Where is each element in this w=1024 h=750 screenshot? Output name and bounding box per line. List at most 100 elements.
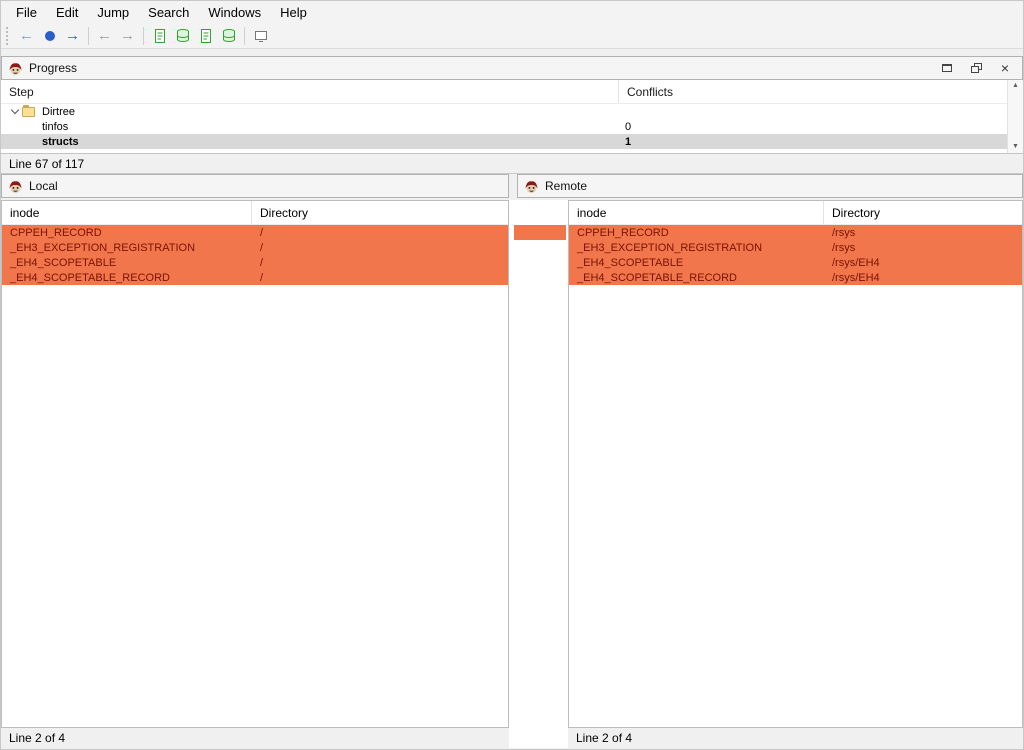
database-icon-2[interactable]: [217, 25, 240, 47]
folder-icon: [22, 107, 35, 117]
menu-item[interactable]: Windows: [199, 2, 271, 23]
maximize-icon[interactable]: [940, 61, 954, 75]
panel-titlebars: Local Remote: [1, 174, 1023, 198]
remote-table: inode Directory CPPEH_RECORD /rsys _EH3_…: [568, 200, 1023, 728]
step-label: tinfos: [42, 121, 68, 133]
app-icon: [8, 179, 23, 194]
document-glyph: [198, 28, 214, 44]
conflict-marker[interactable]: [514, 225, 566, 240]
column-header-inode[interactable]: inode: [569, 201, 824, 224]
desktop-glyph: [253, 28, 269, 44]
conflicts-value: 1: [625, 136, 631, 148]
menu-item[interactable]: Help: [271, 2, 317, 23]
inode-cell: _EH4_SCOPETABLE_RECORD: [2, 272, 252, 284]
maximize-glyph: [942, 63, 952, 73]
database-icon[interactable]: [171, 25, 194, 47]
column-header-inode[interactable]: inode: [2, 201, 252, 224]
float-icon[interactable]: [969, 61, 983, 75]
document-icon-2[interactable]: [194, 25, 217, 47]
menu-item[interactable]: Edit: [47, 2, 88, 23]
chevron-glyph: [10, 106, 18, 114]
navigate-back-icon[interactable]: ←: [93, 25, 116, 47]
scroll-down-icon[interactable]: ▼: [1012, 143, 1019, 151]
table-row[interactable]: _EH3_EXCEPTION_REGISTRATION /: [2, 240, 508, 255]
app-icon: [524, 179, 539, 194]
conflicts-value: 0: [625, 121, 631, 133]
titlebar-gap: [509, 174, 517, 198]
column-header-directory[interactable]: Directory: [824, 201, 1022, 224]
app-icon: [8, 61, 23, 76]
remote-table-body: CPPEH_RECORD /rsys _EH3_EXCEPTION_REGIST…: [569, 225, 1022, 285]
local-status: Line 2 of 4: [1, 728, 509, 748]
toolbar-separator: [143, 27, 144, 45]
local-titlebar[interactable]: Local: [1, 174, 509, 198]
menu-item[interactable]: Jump: [88, 2, 139, 23]
local-title: Local: [29, 179, 58, 193]
float-glyph: [971, 63, 982, 74]
progress-scrollbar[interactable]: ▲ ▼: [1007, 80, 1023, 153]
diff-map-gutter: [509, 200, 568, 728]
toolbar-separator: [88, 27, 89, 45]
progress-status-text: Line 67 of 117: [9, 157, 84, 171]
database-glyph: [175, 28, 191, 44]
menu-item[interactable]: File: [7, 2, 47, 23]
progress-window-buttons: ×: [940, 61, 1016, 75]
remote-table-header: inode Directory: [569, 201, 1022, 225]
table-row[interactable]: _EH3_EXCEPTION_REGISTRATION /rsys: [569, 240, 1022, 255]
directory-cell: /rsys/EH4: [824, 272, 1022, 284]
document-icon[interactable]: [148, 25, 171, 47]
table-row[interactable]: _EH4_SCOPETABLE_RECORD /: [2, 270, 508, 285]
remote-titlebar[interactable]: Remote: [517, 174, 1023, 198]
progress-status-bar: Line 67 of 117: [1, 154, 1023, 174]
progress-table: Step Conflicts Dirtree tinfos: [1, 80, 1023, 154]
column-header-directory[interactable]: Directory: [252, 201, 508, 224]
tree-row[interactable]: structs 1: [1, 134, 1007, 149]
desktop-icon[interactable]: [249, 25, 272, 47]
progress-panel: Progress × Step Conflicts: [1, 56, 1023, 174]
inode-cell: _EH4_SCOPETABLE: [2, 257, 252, 269]
table-row[interactable]: _EH4_SCOPETABLE /rsys/EH4: [569, 255, 1022, 270]
close-glyph: ×: [1001, 62, 1009, 74]
tree-row[interactable]: tinfos 0: [1, 119, 1007, 134]
app-window: File Edit Jump Search Windows Help ← → ←…: [0, 0, 1024, 750]
forward-arrow-glyph: →: [65, 28, 80, 43]
remote-title: Remote: [545, 179, 587, 193]
step-label: structs: [42, 136, 79, 148]
local-table-body: CPPEH_RECORD / _EH3_EXCEPTION_REGISTRATI…: [2, 225, 508, 285]
back-icon[interactable]: ←: [15, 25, 38, 47]
document-glyph: [152, 28, 168, 44]
remote-status-text: Line 2 of 4: [576, 731, 632, 745]
current-position-icon[interactable]: [38, 25, 61, 47]
directory-cell: /: [252, 257, 508, 269]
table-row[interactable]: _EH4_SCOPETABLE /: [2, 255, 508, 270]
toolbar-drag-handle[interactable]: [6, 27, 11, 45]
inode-cell: CPPEH_RECORD: [2, 227, 252, 239]
inode-cell: _EH3_EXCEPTION_REGISTRATION: [2, 242, 252, 254]
database-glyph: [221, 28, 237, 44]
table-row[interactable]: _EH4_SCOPETABLE_RECORD /rsys/EH4: [569, 270, 1022, 285]
remote-status: Line 2 of 4: [568, 728, 1023, 748]
column-header-conflicts[interactable]: Conflicts: [619, 80, 1007, 103]
table-row[interactable]: CPPEH_RECORD /rsys: [569, 225, 1022, 240]
table-row[interactable]: CPPEH_RECORD /: [2, 225, 508, 240]
status-gutter: [509, 728, 568, 748]
forward-icon[interactable]: →: [61, 25, 84, 47]
navigate-forward-icon[interactable]: →: [116, 25, 139, 47]
local-status-text: Line 2 of 4: [9, 731, 65, 745]
progress-tree: Dirtree tinfos 0 structs: [1, 104, 1007, 149]
directory-cell: /rsys: [824, 242, 1022, 254]
chevron-down-icon[interactable]: [7, 110, 22, 113]
directory-cell: /: [252, 227, 508, 239]
local-table: inode Directory CPPEH_RECORD / _EH3_EXCE…: [1, 200, 509, 728]
tree-row[interactable]: Dirtree: [1, 104, 1007, 119]
directory-cell: /rsys/EH4: [824, 257, 1022, 269]
column-header-step[interactable]: Step: [1, 80, 619, 103]
blue-dot-glyph: [45, 31, 55, 41]
menu-item[interactable]: Search: [139, 2, 199, 23]
directory-cell: /rsys: [824, 227, 1022, 239]
scroll-up-icon[interactable]: ▲: [1012, 82, 1019, 90]
diff-content: inode Directory CPPEH_RECORD / _EH3_EXCE…: [1, 200, 1023, 728]
close-icon[interactable]: ×: [998, 61, 1012, 75]
toolbar: ← → ← →: [1, 23, 1023, 49]
progress-titlebar[interactable]: Progress ×: [1, 56, 1023, 80]
